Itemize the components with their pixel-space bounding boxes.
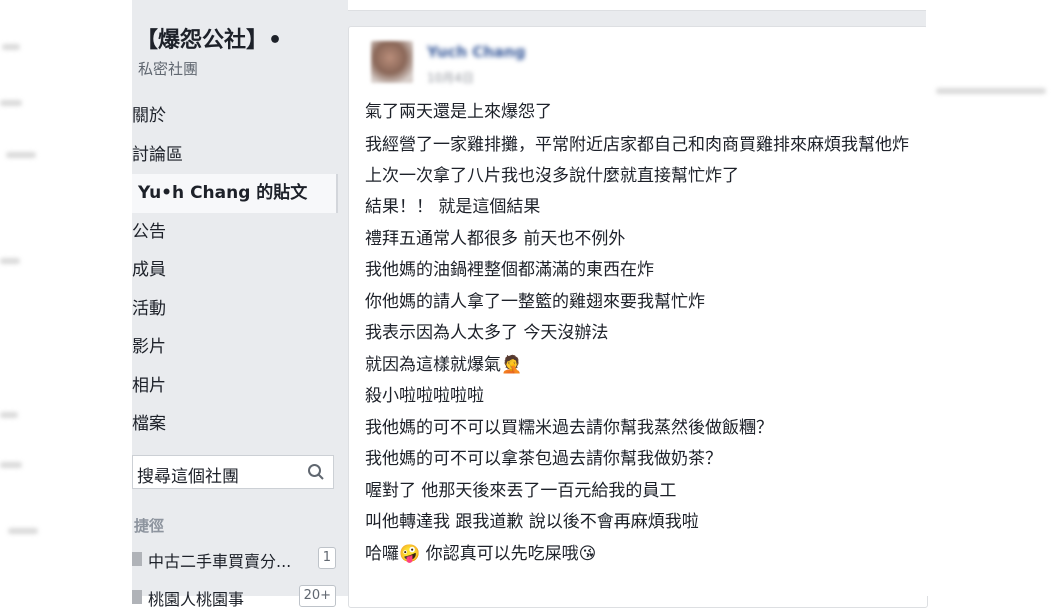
blurred-background-right bbox=[926, 0, 1060, 596]
group-privacy-label: 私密社團 bbox=[138, 60, 199, 78]
post-line: 氣了兩天還是上來爆怨了 bbox=[365, 102, 552, 122]
sidebar-item-photos[interactable]: 相片 bbox=[132, 367, 338, 406]
blur-mark bbox=[2, 44, 20, 50]
sidebar-item-members[interactable]: 成員 bbox=[132, 251, 338, 290]
blur-mark bbox=[0, 258, 20, 264]
blur-mark bbox=[6, 152, 36, 158]
post-line: 叫他轉達我 跟我道歉 說以後不會再麻煩我啦 bbox=[365, 512, 699, 532]
sidebar-item-files[interactable]: 檔案 bbox=[132, 405, 338, 444]
sidebar-nav: 關於 討論區 Yu•h Chang 的貼文 公告 成員 活動 影片 相片 檔案 bbox=[132, 97, 338, 444]
blur-mark bbox=[936, 88, 1046, 94]
previous-post-edge bbox=[348, 0, 926, 11]
sidebar-item-member-posts[interactable]: Yu•h Chang 的貼文 bbox=[132, 174, 338, 213]
shortcuts-heading: 捷徑 bbox=[134, 517, 165, 535]
author-avatar[interactable] bbox=[371, 41, 413, 83]
post-line: 你他媽的請人拿了一整籃的雞翅來要我幫忙炸 bbox=[365, 291, 705, 312]
blurred-background-left bbox=[0, 0, 132, 596]
post-line: 殺小啦啦啦啦啦 bbox=[365, 386, 484, 406]
post-line: 結果！！ 就是這個結果 bbox=[365, 197, 541, 217]
post-body: 氣了兩天還是上來爆怨了 我經營了一家雞排攤，平常附近店家都自己和肉商買雞排來麻煩… bbox=[365, 97, 925, 570]
post-line: 喔對了 他那天後來丟了一百元給我的員工 bbox=[365, 480, 677, 501]
sidebar-item-videos[interactable]: 影片 bbox=[132, 328, 338, 367]
shortcut-count-badge: 20+ bbox=[298, 585, 336, 607]
post-card: Yuch Chang 10月4日 氣了兩天還是上來爆怨了 我經營了一家雞排攤，平… bbox=[348, 26, 928, 608]
post-line: 禮拜五通常人都很多 前天也不例外 bbox=[365, 228, 626, 249]
post-line: 我他媽的可不可以買糯米過去請你幫我蒸然後做飯糰？ bbox=[365, 417, 773, 438]
post-line: 我他媽的可不可以拿茶包過去請你幫我做奶茶？ bbox=[365, 449, 722, 469]
post-author-name[interactable]: Yuch Chang bbox=[427, 43, 525, 61]
blur-mark bbox=[0, 462, 22, 468]
post-line: 上次一次拿了八片我也沒多說什麼就直接幫忙炸了 bbox=[365, 165, 739, 186]
group-icon bbox=[132, 552, 142, 566]
blur-mark bbox=[0, 100, 22, 106]
blur-mark bbox=[0, 412, 18, 418]
post-timestamp[interactable]: 10月4日 bbox=[427, 69, 474, 86]
shortcut-label: 桃園人桃園事 bbox=[148, 590, 245, 609]
shortcut-count-badge: 1 bbox=[317, 547, 336, 569]
group-search-input[interactable]: 搜尋這個社團 bbox=[132, 455, 334, 489]
group-name[interactable]: 【爆怨公社】• bbox=[136, 22, 282, 54]
post-line: 我表示因為人太多了 今天沒辦法 bbox=[365, 323, 609, 343]
group-sidebar: 【爆怨公社】• 私密社團 關於 討論區 Yu•h Chang 的貼文 公告 成員… bbox=[132, 0, 338, 609]
sidebar-item-about[interactable]: 關於 bbox=[132, 97, 338, 136]
shortcut-item[interactable]: 中古二手車買賣分... 1 bbox=[132, 546, 336, 572]
post-line: 哈囉🤪 你認真可以先吃屎哦😘 bbox=[365, 543, 597, 564]
sidebar-item-announcements[interactable]: 公告 bbox=[132, 213, 338, 252]
post-line: 我經營了一家雞排攤，平常附近店家都自己和肉商買雞排來麻煩我幫他炸 bbox=[365, 134, 909, 155]
sidebar-item-events[interactable]: 活動 bbox=[132, 290, 338, 329]
facebook-group-page: 【爆怨公社】• 私密社團 關於 討論區 Yu•h Chang 的貼文 公告 成員… bbox=[132, 0, 928, 609]
post-line: 就因為這樣就爆氣🤦 bbox=[365, 354, 523, 375]
blur-mark bbox=[8, 528, 38, 534]
search-placeholder: 搜尋這個社團 bbox=[137, 467, 239, 487]
search-icon[interactable] bbox=[307, 463, 325, 481]
sidebar-item-discussion[interactable]: 討論區 bbox=[132, 136, 338, 175]
group-icon bbox=[132, 590, 142, 604]
shortcut-item[interactable]: 桃園人桃園事 20+ bbox=[132, 584, 336, 610]
post-line: 我他媽的油鍋裡整個都滿滿的東西在炸 bbox=[365, 260, 654, 280]
shortcut-label: 中古二手車買賣分... bbox=[148, 552, 292, 571]
